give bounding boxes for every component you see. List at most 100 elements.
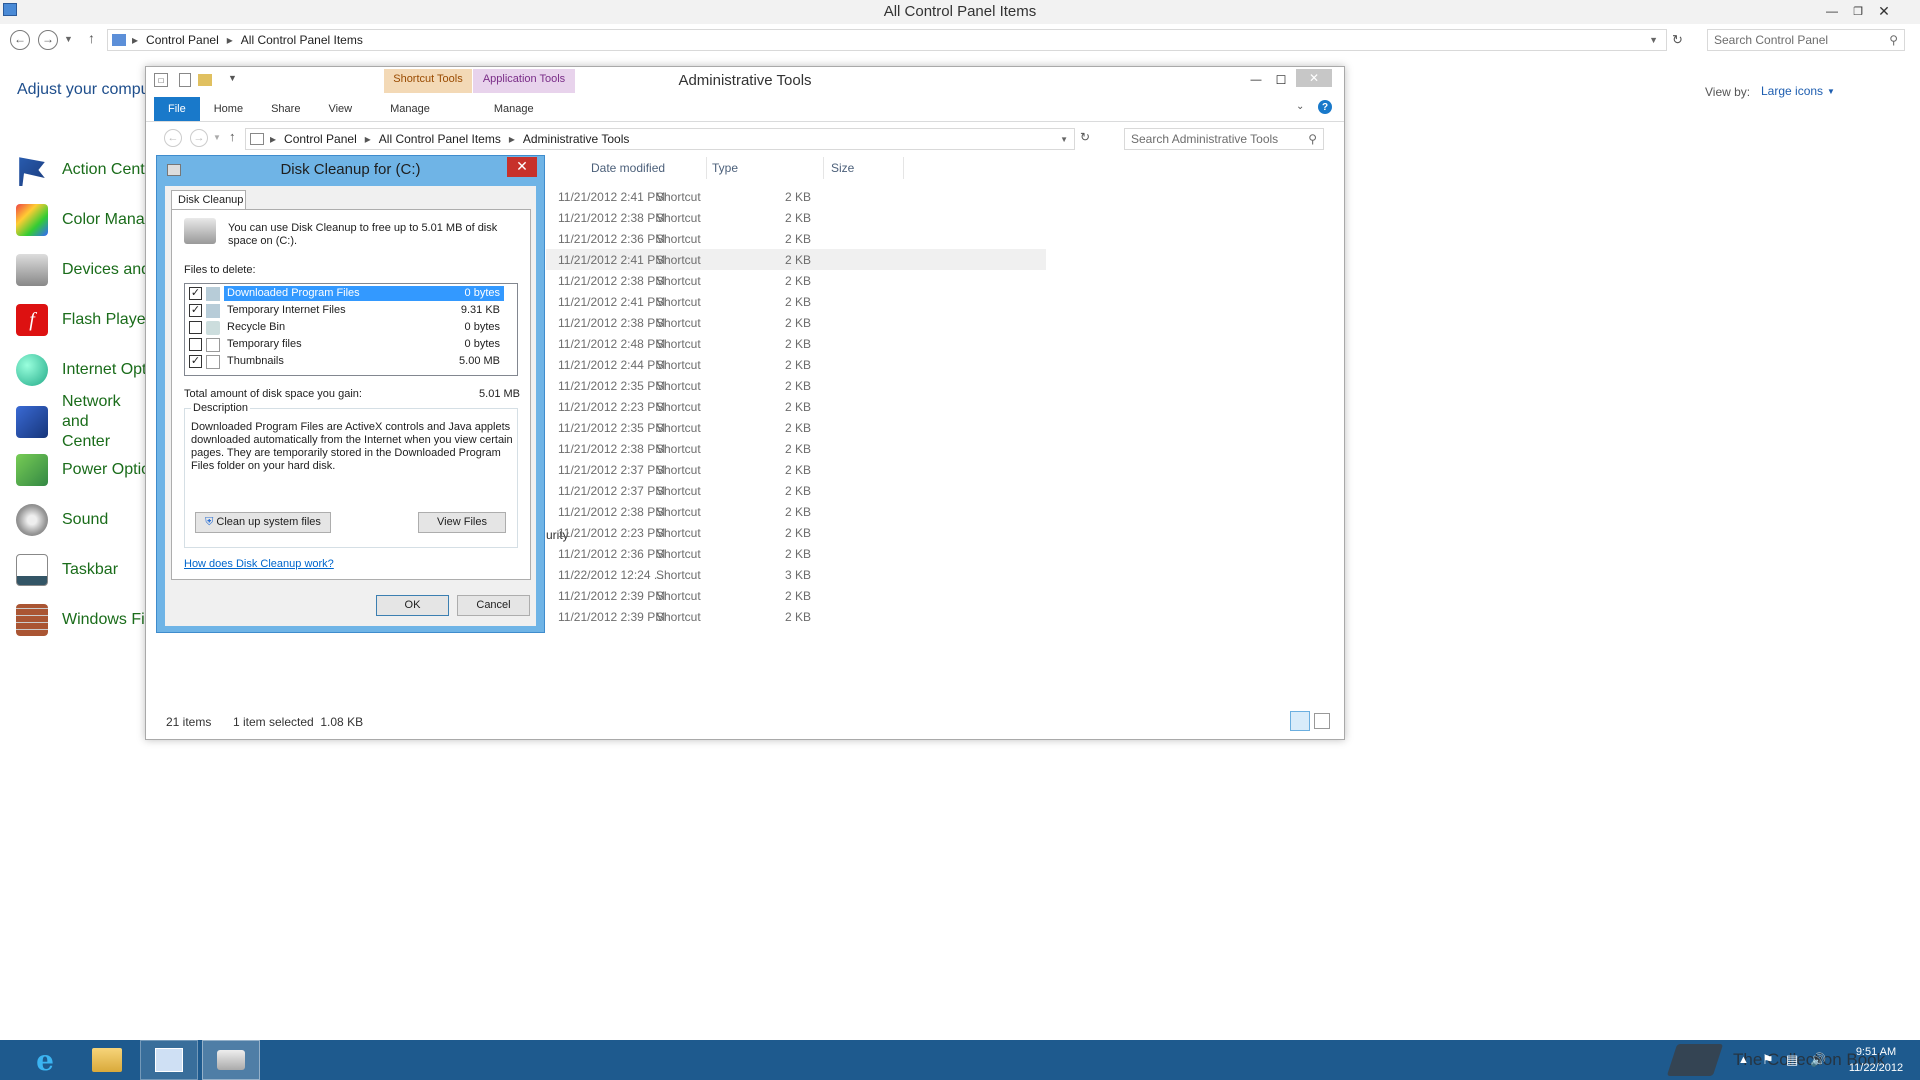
close-icon[interactable]: ✕ — [1296, 69, 1332, 87]
checkbox[interactable]: ✓ — [189, 355, 202, 368]
table-row[interactable]: 11/21/2012 2:38 PM Shortcut 2 KB — [546, 438, 1046, 459]
clock-date[interactable]: 11/22/2012 — [1840, 1062, 1912, 1074]
address-bar[interactable]: ▸ Control Panel ▸ All Control Panel Item… — [107, 29, 1667, 51]
checkbox[interactable] — [189, 321, 202, 334]
table-row[interactable]: 11/21/2012 2:41 PM Shortcut 2 KB — [546, 186, 1046, 207]
tab-manage-shortcut[interactable]: Manage — [366, 97, 454, 121]
table-row[interactable]: 11/21/2012 2:35 PM Shortcut 2 KB — [546, 417, 1046, 438]
help-link[interactable]: How does Disk Cleanup work? — [184, 558, 334, 570]
checkbox[interactable]: ✓ — [189, 287, 202, 300]
table-row[interactable]: 11/21/2012 2:35 PM Shortcut 2 KB — [546, 375, 1046, 396]
large-icons-view-icon[interactable] — [1314, 713, 1330, 729]
dialog-close-button[interactable]: ✕ — [507, 157, 537, 177]
table-row[interactable]: 11/21/2012 2:39 PM Shortcut 2 KB — [546, 585, 1046, 606]
tab-manage-application[interactable]: Manage — [454, 97, 574, 121]
breadcrumb-admin-tools[interactable]: Administrative Tools — [523, 132, 630, 146]
table-row[interactable]: 11/21/2012 2:38 PM Shortcut 2 KB — [546, 207, 1046, 228]
forward-button[interactable]: → — [38, 30, 58, 50]
cp-item-action-center[interactable]: Action Cente — [16, 150, 146, 190]
refresh-icon[interactable]: ↻ — [1672, 32, 1683, 48]
tab-home[interactable]: Home — [200, 97, 257, 121]
admin-address-bar[interactable]: ▸ Control Panel ▸ All Control Panel Item… — [245, 128, 1075, 150]
column-size[interactable]: Size — [831, 161, 854, 175]
taskbar-file-explorer[interactable] — [78, 1040, 136, 1080]
view-by-dropdown[interactable]: Large icons ▼ — [1761, 84, 1835, 98]
network-icon[interactable]: ▤ — [1786, 1052, 1798, 1068]
table-row[interactable]: 11/21/2012 2:39 PM Shortcut 2 KB — [546, 606, 1046, 627]
up-arrow-icon[interactable]: ↑ — [229, 129, 236, 144]
clock-time[interactable]: 9:51 AM — [1846, 1046, 1906, 1058]
details-view-icon[interactable] — [1290, 711, 1310, 731]
address-dropdown-icon[interactable]: ▼ — [1649, 35, 1658, 45]
table-row[interactable]: 11/21/2012 2:37 PM Shortcut 2 KB — [546, 480, 1046, 501]
list-item[interactable]: ✓ Downloaded Program Files 0 bytes — [189, 285, 511, 302]
action-center-flag-icon[interactable]: ⚑ — [1762, 1052, 1774, 1068]
ok-button[interactable]: OK — [376, 595, 449, 616]
column-date-modified[interactable]: Date modified — [591, 161, 665, 175]
cp-item-power-options[interactable]: Power Optio — [16, 450, 146, 490]
cp-item-sound[interactable]: Sound — [16, 500, 146, 540]
checkbox[interactable]: ✓ — [189, 304, 202, 317]
address-dropdown-icon[interactable]: ▼ — [1060, 135, 1068, 144]
back-button[interactable]: ← — [10, 30, 30, 50]
help-icon[interactable]: ? — [1318, 100, 1332, 114]
table-row[interactable]: 11/22/2012 12:24 ... Shortcut 3 KB — [546, 564, 1046, 585]
tab-share[interactable]: Share — [257, 97, 314, 121]
taskbar-internet-explorer[interactable]: e — [16, 1040, 74, 1080]
tab-file[interactable]: File — [154, 97, 200, 121]
show-hidden-icons-icon[interactable]: ▲ — [1738, 1054, 1749, 1066]
table-row[interactable]: 11/21/2012 2:44 PM Shortcut 2 KB — [546, 354, 1046, 375]
cancel-button[interactable]: Cancel — [457, 595, 530, 616]
forward-icon[interactable]: → — [190, 129, 208, 147]
cp-item-devices[interactable]: Devices and — [16, 250, 146, 290]
table-row[interactable]: 11/21/2012 2:37 PM Shortcut 2 KB — [546, 459, 1046, 480]
breadcrumb-all-items[interactable]: All Control Panel Items — [241, 33, 363, 47]
tab-disk-cleanup[interactable]: Disk Cleanup — [171, 190, 246, 210]
table-row[interactable]: 11/21/2012 2:38 PM Shortcut 2 KB — [546, 501, 1046, 522]
up-arrow-icon[interactable]: ↑ — [88, 30, 95, 46]
breadcrumb-control-panel[interactable]: Control Panel — [284, 132, 357, 146]
restore-icon[interactable]: ❐ — [1848, 2, 1868, 20]
view-files-button[interactable]: View Files — [418, 512, 506, 533]
table-row[interactable]: 11/21/2012 2:23 PM Shortcut 2 KB — [546, 396, 1046, 417]
ribbon-expand-icon[interactable]: ⌄ — [1296, 101, 1304, 112]
cp-item-windows-firewall[interactable]: Windows Fi — [16, 600, 146, 640]
list-item[interactable]: ✓ Thumbnails 5.00 MB — [189, 353, 511, 370]
cp-item-internet-options[interactable]: Internet Opt — [16, 350, 146, 390]
search-control-panel-input[interactable]: Search Control Panel ⚲ — [1707, 29, 1905, 51]
cp-item-network-sharing[interactable]: Network and Center — [16, 393, 146, 450]
maximize-icon[interactable]: ☐ — [1271, 71, 1291, 89]
volume-icon[interactable]: 🔊 — [1810, 1052, 1826, 1068]
taskbar-disk-cleanup[interactable] — [202, 1040, 260, 1080]
minimize-icon[interactable]: — — [1246, 71, 1266, 89]
table-row[interactable]: 11/21/2012 2:48 PM Shortcut 2 KB — [546, 333, 1046, 354]
checkbox[interactable] — [189, 338, 202, 351]
back-icon[interactable]: ← — [164, 129, 182, 147]
table-row[interactable]: 11/21/2012 2:36 PM Shortcut 2 KB — [546, 228, 1046, 249]
cp-item-flash-player[interactable]: f Flash Player — [16, 300, 146, 340]
history-dropdown-icon[interactable]: ▼ — [64, 34, 73, 44]
column-divider[interactable] — [903, 157, 904, 179]
breadcrumb-all-items[interactable]: All Control Panel Items — [379, 132, 501, 146]
column-divider[interactable] — [823, 157, 824, 179]
column-type[interactable]: Type — [712, 161, 738, 175]
minimize-icon[interactable]: — — [1822, 2, 1842, 20]
column-divider[interactable] — [706, 157, 707, 179]
table-row[interactable]: 11/21/2012 2:41 PM Shortcut 2 KB — [546, 291, 1046, 312]
list-item[interactable]: Recycle Bin 0 bytes — [189, 319, 511, 336]
table-row[interactable]: 11/21/2012 2:38 PM Shortcut 2 KB — [546, 312, 1046, 333]
table-row[interactable]: 11/21/2012 2:36 PM Shortcut 2 KB — [546, 543, 1046, 564]
cp-item-color-management[interactable]: Color Manag — [16, 200, 146, 240]
table-row[interactable]: 11/21/2012 2:23 PM Shortcut 2 KB — [546, 522, 1046, 543]
search-admin-tools-input[interactable]: Search Administrative Tools ⚲ — [1124, 128, 1324, 150]
refresh-icon[interactable]: ↻ — [1080, 130, 1090, 144]
list-item[interactable]: Temporary files 0 bytes — [189, 336, 511, 353]
table-row[interactable]: 11/21/2012 2:38 PM Shortcut 2 KB — [546, 270, 1046, 291]
history-dropdown-icon[interactable]: ▼ — [213, 133, 221, 142]
tab-view[interactable]: View — [314, 97, 366, 121]
clean-up-system-files-button[interactable]: ⛨ Clean up system files — [195, 512, 331, 533]
cp-item-taskbar[interactable]: Taskbar — [16, 550, 146, 590]
list-item[interactable]: ✓ Temporary Internet Files 9.31 KB — [189, 302, 511, 319]
close-icon[interactable]: ✕ — [1874, 2, 1894, 20]
table-row[interactable]: 11/21/2012 2:41 PM Shortcut 2 KB — [546, 249, 1046, 270]
